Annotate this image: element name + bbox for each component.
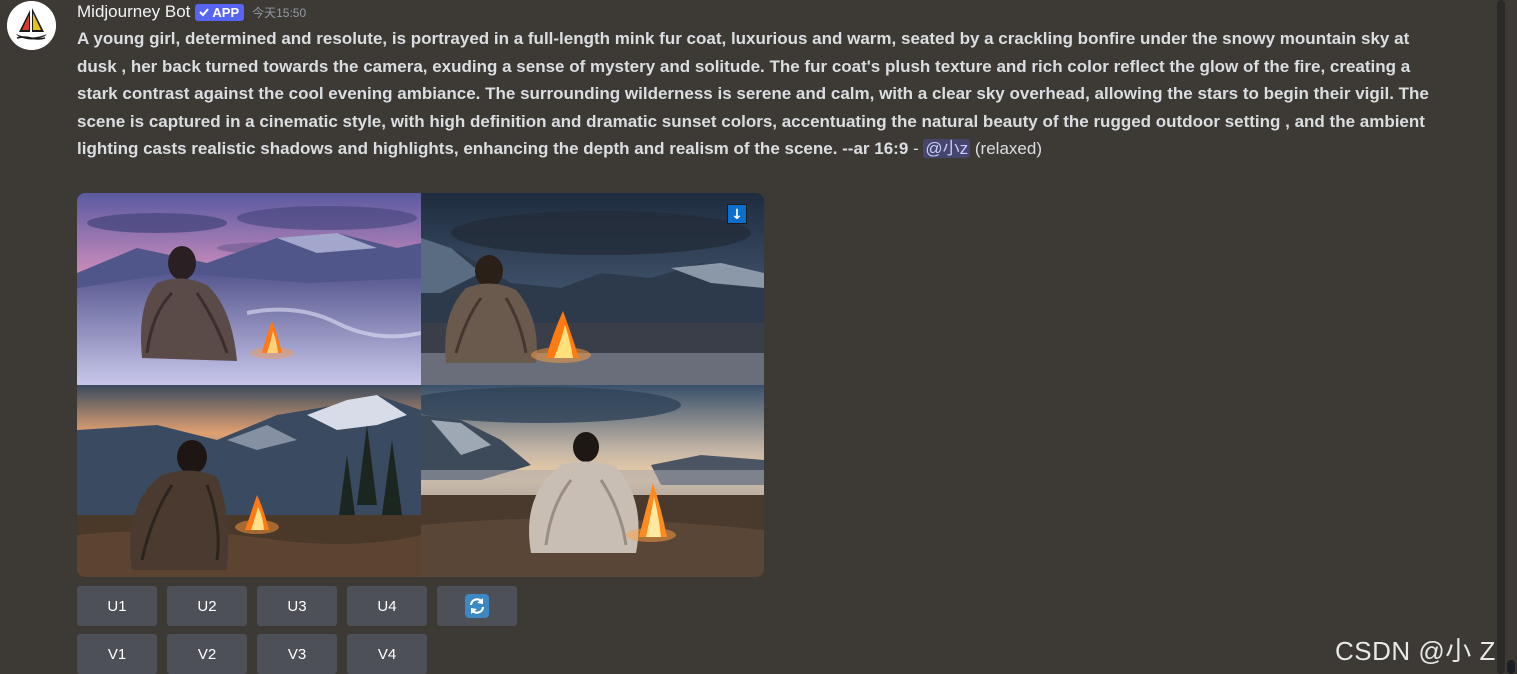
generated-image-1[interactable] (77, 193, 421, 385)
bot-avatar[interactable] (7, 1, 56, 50)
generated-image-4[interactable] (421, 385, 764, 577)
upscale-button-3[interactable]: U3 (257, 586, 337, 626)
badge-label: APP (212, 4, 240, 20)
prompt-separator: - (908, 139, 924, 158)
verified-check-icon (199, 8, 210, 17)
upscale-button-4[interactable]: U4 (347, 586, 427, 626)
variation-button-4[interactable]: V4 (347, 634, 427, 674)
message-timestamp: 今天15:50 (252, 5, 307, 20)
prompt-text: A young girl, determined and resolute, i… (77, 29, 1429, 158)
variation-button-1[interactable]: V1 (77, 634, 157, 674)
generated-image-2[interactable] (421, 193, 764, 385)
refresh-icon (465, 594, 489, 618)
mode-label: (relaxed) (970, 139, 1042, 158)
upscale-button-1[interactable]: U1 (77, 586, 157, 626)
upscale-button-2[interactable]: U2 (167, 586, 247, 626)
watermark-text: CSDN @小 Z (1335, 636, 1496, 666)
midjourney-boat-icon (7, 1, 56, 50)
chat-message: Midjourney Bot APP 今天15:50 A young girl,… (0, 0, 1517, 674)
message-content: A young girl, determined and resolute, i… (77, 25, 1437, 163)
scrollbar-track[interactable] (1497, 0, 1505, 674)
author-name[interactable]: Midjourney Bot (77, 2, 190, 22)
variation-button-3[interactable]: V3 (257, 634, 337, 674)
reroll-button[interactable] (437, 586, 517, 626)
image-grid[interactable] (77, 193, 764, 577)
app-badge: APP (195, 3, 245, 21)
message-header: Midjourney Bot APP 今天15:50 (77, 1, 306, 23)
download-icon[interactable]: ↓ (727, 204, 747, 224)
variation-button-2[interactable]: V2 (167, 634, 247, 674)
scrollbar-thumb[interactable] (1507, 660, 1515, 674)
user-mention[interactable]: @小z (923, 139, 971, 158)
upscale-button-row: U1 U2 U3 U4 (77, 586, 517, 626)
generated-image-3[interactable] (77, 385, 421, 577)
variation-button-row: V1 V2 V3 V4 (77, 634, 427, 674)
